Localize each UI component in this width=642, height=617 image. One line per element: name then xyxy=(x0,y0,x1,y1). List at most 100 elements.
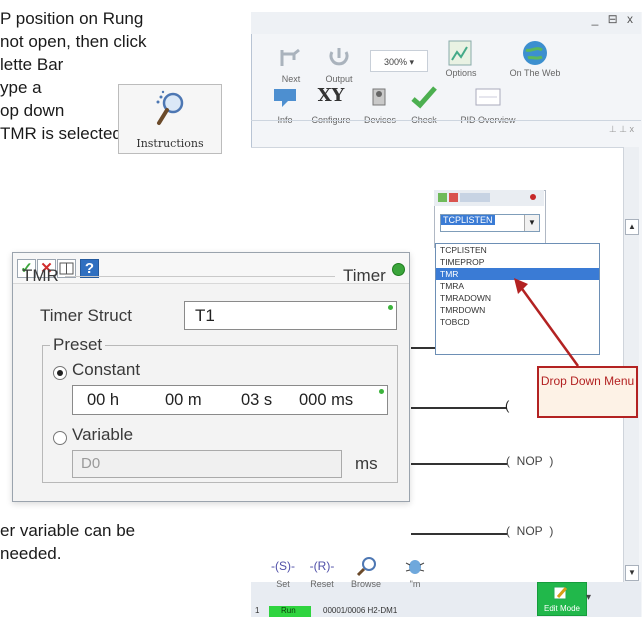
chevron-down-icon[interactable]: ▼ xyxy=(524,215,539,231)
instructions-button[interactable]: Instructions xyxy=(118,84,222,154)
on-the-web-button[interactable]: On The Web xyxy=(500,38,570,78)
next-button[interactable]: Next xyxy=(276,44,306,84)
more-tools-chevron[interactable]: ▾ xyxy=(586,592,591,603)
hours-field[interactable]: 00 h xyxy=(87,391,119,410)
mini-dialog-toolbar xyxy=(434,190,544,206)
milliseconds-field[interactable]: 000 ms xyxy=(299,391,353,410)
info-button[interactable]: Info xyxy=(268,85,302,125)
info-icon xyxy=(270,85,300,113)
magnifier-icon xyxy=(153,89,189,134)
pid-icon xyxy=(473,85,503,113)
minutes-field[interactable]: 00 m xyxy=(165,391,202,410)
on-the-web-label: On The Web xyxy=(509,68,561,78)
doc-text-line: ype a xyxy=(0,78,42,97)
browse-label: Browse xyxy=(350,579,381,589)
doc-text-line: needed. xyxy=(0,544,62,563)
doc-text-line: op down xyxy=(0,101,65,120)
rung-line xyxy=(411,463,507,465)
set-label: Set xyxy=(276,579,290,589)
output-button[interactable]: Output xyxy=(322,44,356,84)
constant-time-input[interactable]: 00 h 00 m 03 s 000 ms xyxy=(72,385,388,415)
instructions-label: Instructions xyxy=(136,137,204,150)
xy-icon: XY xyxy=(317,85,345,106)
rung-line xyxy=(411,533,507,535)
timer-struct-input[interactable]: T1 xyxy=(184,301,397,330)
options-label: Options xyxy=(445,68,477,78)
next-label: Next xyxy=(281,74,301,84)
check-icon xyxy=(409,85,439,113)
set-coil-button[interactable]: -(S)- Set xyxy=(268,555,298,589)
doc-text-line: er variable can be xyxy=(0,521,136,540)
status-index: 1 xyxy=(255,606,260,615)
reset-coil-icon: -(R)- xyxy=(309,559,335,573)
preset-label: Preset xyxy=(50,335,106,355)
callout-arrow xyxy=(514,278,580,367)
panel-pin-controls[interactable]: ⊥ ⊥ x xyxy=(609,124,634,135)
run-status-badge: Run xyxy=(269,606,311,617)
window-controls[interactable]: _ ⊟ x xyxy=(592,12,636,26)
coil-label: NOP xyxy=(516,454,543,468)
options-button[interactable]: Options xyxy=(440,38,482,78)
output-icon xyxy=(324,44,354,72)
pid-overview-button[interactable]: PID Overview xyxy=(458,85,518,125)
variable-radio[interactable] xyxy=(53,431,67,445)
zoom-select[interactable]: 300% ▾ xyxy=(370,50,428,72)
globe-icon xyxy=(520,38,550,66)
variable-value: D0 xyxy=(81,455,101,472)
vertical-scrollbar[interactable]: ▲ ▼ xyxy=(623,147,639,582)
coil-symbol[interactable]: ( NOP ) xyxy=(506,454,553,468)
next-icon xyxy=(276,44,306,72)
valid-dot xyxy=(379,389,384,394)
debug-button[interactable]: "m xyxy=(398,555,432,589)
variable-input[interactable]: D0 xyxy=(72,450,342,478)
reset-label: Reset xyxy=(310,579,334,589)
mini-ok-icon[interactable] xyxy=(438,193,447,202)
help-icon: ? xyxy=(84,260,95,277)
doc-text-line: lette Bar xyxy=(0,55,64,74)
combo-value: TCPLISTEN xyxy=(441,215,495,225)
devices-icon xyxy=(365,85,395,113)
constant-radio[interactable] xyxy=(53,366,67,380)
debug-label: "m xyxy=(409,579,421,589)
constant-label: Constant xyxy=(72,360,141,379)
check-button[interactable]: Check xyxy=(406,85,442,125)
variable-label: Variable xyxy=(72,425,134,444)
timer-struct-value: T1 xyxy=(195,306,215,325)
rung-line xyxy=(411,407,507,409)
edit-mode-icon xyxy=(552,585,570,601)
mini-cancel-icon[interactable] xyxy=(449,193,458,202)
browse-icon xyxy=(351,555,381,577)
dropdown-item[interactable]: TIMEPROP xyxy=(436,256,599,268)
header-divider xyxy=(65,276,335,277)
status-led xyxy=(392,263,405,276)
devices-button[interactable]: Devices xyxy=(360,85,400,125)
scroll-up-arrow[interactable]: ▲ xyxy=(625,219,639,235)
timer-struct-label: Timer Struct xyxy=(40,306,132,325)
set-coil-icon: -(S)- xyxy=(271,559,295,573)
window-titlebar xyxy=(251,12,641,34)
drop-down-callout: Drop Down Menu xyxy=(537,366,638,418)
ribbon-separator xyxy=(251,120,641,121)
configure-button[interactable]: XY Configure xyxy=(306,85,356,125)
options-icon xyxy=(446,38,476,66)
split-view-icon xyxy=(59,262,74,280)
mini-status-dot xyxy=(530,194,536,200)
seconds-field[interactable]: 03 s xyxy=(241,391,272,410)
doc-text-line: P position on Rung xyxy=(0,9,144,28)
instruction-combo[interactable]: TCPLISTEN ▼ xyxy=(440,214,540,232)
coil-symbol[interactable]: ( NOP ) xyxy=(506,524,553,538)
browse-button[interactable]: Browse xyxy=(346,555,386,589)
bug-icon xyxy=(400,555,430,577)
variable-unit: ms xyxy=(355,454,378,473)
scroll-down-arrow[interactable]: ▼ xyxy=(625,565,639,581)
status-text: 00001/0006 H2-DM1 xyxy=(323,606,398,615)
instruction-type: Timer xyxy=(343,266,386,285)
coil-label: NOP xyxy=(516,524,543,538)
coil-symbol: ( xyxy=(505,398,510,413)
mini-tools-icon[interactable] xyxy=(460,193,490,202)
instruction-name: TMR xyxy=(22,266,59,285)
doc-text-line: not open, then click xyxy=(0,32,147,51)
valid-dot xyxy=(388,305,393,310)
reset-coil-button[interactable]: -(R)- Reset xyxy=(306,555,338,589)
dropdown-item[interactable]: TCPLISTEN xyxy=(436,244,599,256)
